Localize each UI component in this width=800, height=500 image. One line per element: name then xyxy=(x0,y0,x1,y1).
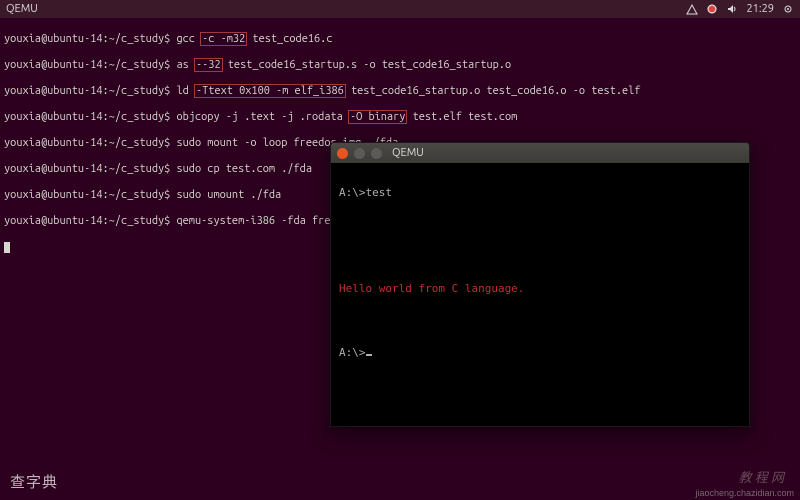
qemu-prompt: A:\> xyxy=(339,346,366,359)
qemu-title: QEMU xyxy=(392,147,424,159)
cmd-highlight: -Ttext 0x100 -m elf_i386 xyxy=(194,84,346,98)
minimize-icon[interactable] xyxy=(354,148,365,159)
watermark: 查字典 xyxy=(10,471,58,492)
menubar: QEMU 21:29 xyxy=(0,0,800,18)
cmd: sudo cp test.com ./fda xyxy=(176,163,312,175)
qemu-output: Hello world from C language. xyxy=(339,281,741,297)
prompt: youxia@ubuntu-14:~/c_study$ xyxy=(4,59,176,71)
terminal-line: youxia@ubuntu-14:~/c_study$ gcc -c -m32 … xyxy=(4,33,796,46)
qemu-line xyxy=(339,313,741,329)
qemu-line xyxy=(339,217,741,233)
prompt: youxia@ubuntu-14:~/c_study$ xyxy=(4,189,176,201)
cmd: objcopy -j .text -j .rodata xyxy=(176,111,348,123)
prompt: youxia@ubuntu-14:~/c_study$ xyxy=(4,33,176,45)
prompt: youxia@ubuntu-14:~/c_study$ xyxy=(4,215,176,227)
prompt: youxia@ubuntu-14:~/c_study$ xyxy=(4,137,176,149)
watermark: 教 程 网 xyxy=(738,467,784,486)
watermark: jiaocheng.chazidian.com xyxy=(695,488,794,498)
cmd-highlight: -c -m32 xyxy=(200,32,247,46)
status-area: 21:29 xyxy=(686,3,794,15)
maximize-icon[interactable] xyxy=(371,148,382,159)
window-title: QEMU xyxy=(6,3,686,15)
cmd: test_code16_startup.o test_code16.o -o t… xyxy=(345,85,641,97)
cmd: gcc xyxy=(176,33,201,45)
updates-icon[interactable] xyxy=(706,3,718,15)
cmd-highlight: -O binary xyxy=(348,110,407,124)
cmd: test_code16.c xyxy=(246,33,332,45)
sound-icon[interactable] xyxy=(726,3,738,15)
qemu-titlebar[interactable]: QEMU xyxy=(331,143,749,163)
prompt: youxia@ubuntu-14:~/c_study$ xyxy=(4,163,176,175)
cmd: ld xyxy=(176,85,194,97)
cursor xyxy=(4,242,10,253)
cmd-highlight: --32 xyxy=(194,58,223,72)
qemu-line xyxy=(339,249,741,265)
gear-icon[interactable] xyxy=(782,3,794,15)
qemu-window[interactable]: QEMU A:\>test Hello world from C languag… xyxy=(330,142,750,427)
network-icon[interactable] xyxy=(686,3,698,15)
prompt: youxia@ubuntu-14:~/c_study$ xyxy=(4,85,176,97)
cursor xyxy=(366,354,372,356)
prompt: youxia@ubuntu-14:~/c_study$ xyxy=(4,111,176,123)
cmd: test_code16_startup.s -o test_code16_sta… xyxy=(222,59,512,71)
cmd: as xyxy=(176,59,194,71)
terminal-line: youxia@ubuntu-14:~/c_study$ as --32 test… xyxy=(4,59,796,72)
cmd: sudo umount ./fda xyxy=(176,189,281,201)
cmd: test.elf test.com xyxy=(406,111,517,123)
qemu-line: A:\>test xyxy=(339,185,741,201)
terminal-line: youxia@ubuntu-14:~/c_study$ objcopy -j .… xyxy=(4,111,796,124)
qemu-line: A:\> xyxy=(339,345,741,361)
close-icon[interactable] xyxy=(337,148,348,159)
clock[interactable]: 21:29 xyxy=(746,3,774,15)
terminal-line: youxia@ubuntu-14:~/c_study$ ld -Ttext 0x… xyxy=(4,85,796,98)
qemu-screen[interactable]: A:\>test Hello world from C language. A:… xyxy=(331,163,749,426)
